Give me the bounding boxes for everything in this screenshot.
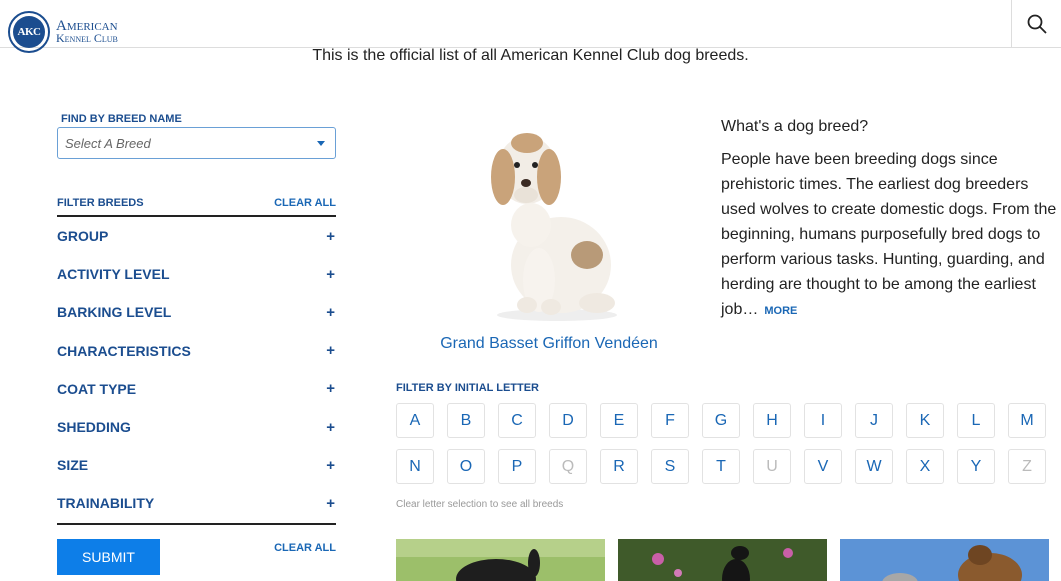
letter-button-j[interactable]: J: [855, 403, 893, 438]
letter-button-g[interactable]: G: [702, 403, 740, 438]
expand-plus-icon[interactable]: +: [326, 380, 335, 397]
explainer-body: People have been breeding dogs since pre…: [721, 147, 1061, 324]
letter-button-t[interactable]: T: [702, 449, 740, 484]
explainer-text: People have been breeding dogs since pre…: [721, 151, 1057, 318]
logo-line-2: Kennel Club: [56, 31, 118, 45]
filter-barking-level[interactable]: BARKING LEVEL +: [57, 293, 336, 331]
letter-button-c[interactable]: C: [498, 403, 536, 438]
expand-plus-icon[interactable]: +: [326, 457, 335, 474]
chevron-down-icon: [317, 140, 325, 146]
filter-coat-type[interactable]: COAT TYPE +: [57, 370, 336, 408]
filter-trainability[interactable]: TRAINABILITY +: [57, 484, 336, 522]
akc-seal-text: AKC: [13, 16, 45, 48]
breed-select-dropdown[interactable]: Select A Breed: [57, 127, 336, 159]
letter-button-x[interactable]: X: [906, 449, 944, 484]
filter-activity-level[interactable]: ACTIVITY LEVEL +: [57, 255, 336, 293]
filter-breeds-header: FILTER BREEDS CLEAR ALL: [57, 197, 336, 217]
expand-plus-icon[interactable]: +: [326, 304, 335, 321]
filter-label: TRAINABILITY: [57, 495, 155, 512]
letter-button-n[interactable]: N: [396, 449, 434, 484]
filter-list: GROUP + ACTIVITY LEVEL + BARKING LEVEL +…: [57, 217, 336, 525]
filter-characteristics[interactable]: CHARACTERISTICS +: [57, 332, 336, 370]
letter-button-k[interactable]: K: [906, 403, 944, 438]
expand-plus-icon[interactable]: +: [326, 495, 335, 512]
expand-plus-icon[interactable]: +: [326, 266, 335, 283]
letter-button-r[interactable]: R: [600, 449, 638, 484]
letter-button-i[interactable]: I: [804, 403, 842, 438]
letter-button-p[interactable]: P: [498, 449, 536, 484]
clear-all-link-top[interactable]: CLEAR ALL: [274, 197, 336, 209]
filter-label: SHEDDING: [57, 419, 131, 436]
letter-grid: ABCDEFGHIJKLM NOPQRSTUVWXYZ: [396, 403, 1056, 484]
logo-wordmark: American Kennel Club: [56, 19, 118, 45]
featured-dog-image[interactable]: [469, 115, 629, 325]
featured-breed: Grand Basset Griffon Vendéen: [438, 115, 660, 353]
breed-thumbnail[interactable]: [396, 539, 605, 581]
letter-filter-note: Clear letter selection to see all breeds: [396, 499, 564, 510]
filter-label: SIZE: [57, 457, 89, 474]
expand-plus-icon[interactable]: +: [326, 419, 335, 436]
filter-label: CHARACTERISTICS: [57, 342, 191, 359]
top-nav-bar: AKC American Kennel Club: [0, 0, 1061, 53]
letter-filter: FILTER BY INITIAL LETTER ABCDEFGHIJKLM NO…: [396, 382, 1056, 510]
explainer-title: What's a dog breed?: [721, 118, 869, 135]
letter-button-l[interactable]: L: [957, 403, 995, 438]
filter-label: GROUP: [57, 228, 109, 245]
letter-button-h[interactable]: H: [753, 403, 791, 438]
search-button[interactable]: [1011, 0, 1061, 48]
breed-thumbnail[interactable]: [840, 539, 1049, 581]
expand-plus-icon[interactable]: +: [326, 342, 335, 359]
letter-button-s[interactable]: S: [651, 449, 689, 484]
breed-thumbnails: [396, 539, 1049, 581]
featured-breed-link[interactable]: Grand Basset Griffon Vendéen: [438, 335, 660, 353]
submit-button[interactable]: SUBMIT: [57, 538, 160, 575]
letter-button-y[interactable]: Y: [957, 449, 995, 484]
breed-thumbnail[interactable]: [618, 539, 827, 581]
filter-shedding[interactable]: SHEDDING +: [57, 408, 336, 446]
letter-button-z: Z: [1008, 449, 1046, 484]
letter-button-b[interactable]: B: [447, 403, 485, 438]
breed-explainer: What's a dog breed? People have been bre…: [721, 118, 1061, 324]
find-by-breed-label: FIND BY BREED NAME: [61, 113, 182, 125]
filter-label: ACTIVITY LEVEL: [57, 266, 170, 283]
expand-plus-icon[interactable]: +: [326, 228, 335, 245]
letter-button-w[interactable]: W: [855, 449, 893, 484]
filter-label: COAT TYPE: [57, 380, 137, 397]
filter-label: BARKING LEVEL: [57, 304, 172, 321]
letter-button-e[interactable]: E: [600, 403, 638, 438]
more-link[interactable]: MORE: [764, 305, 797, 317]
filter-size[interactable]: SIZE +: [57, 446, 336, 484]
letter-button-u: U: [753, 449, 791, 484]
letter-button-q: Q: [549, 449, 587, 484]
filter-breeds-label: FILTER BREEDS: [57, 197, 144, 209]
breed-select-placeholder: Select A Breed: [65, 135, 151, 151]
filter-group[interactable]: GROUP +: [57, 217, 336, 255]
letter-button-o[interactable]: O: [447, 449, 485, 484]
letter-button-f[interactable]: F: [651, 403, 689, 438]
search-icon: [1027, 14, 1047, 34]
letter-button-v[interactable]: V: [804, 449, 842, 484]
letter-filter-label: FILTER BY INITIAL LETTER: [396, 382, 539, 394]
letter-button-m[interactable]: M: [1008, 403, 1046, 438]
filter-actions: SUBMIT CLEAR ALL: [57, 538, 336, 575]
intro-text: This is the official list of all America…: [312, 47, 749, 64]
filter-sidebar: FIND BY BREED NAME Select A Breed FILTER…: [57, 113, 336, 575]
letter-button-d[interactable]: D: [549, 403, 587, 438]
letter-button-a[interactable]: A: [396, 403, 434, 438]
clear-all-link-bottom[interactable]: CLEAR ALL: [274, 542, 336, 575]
